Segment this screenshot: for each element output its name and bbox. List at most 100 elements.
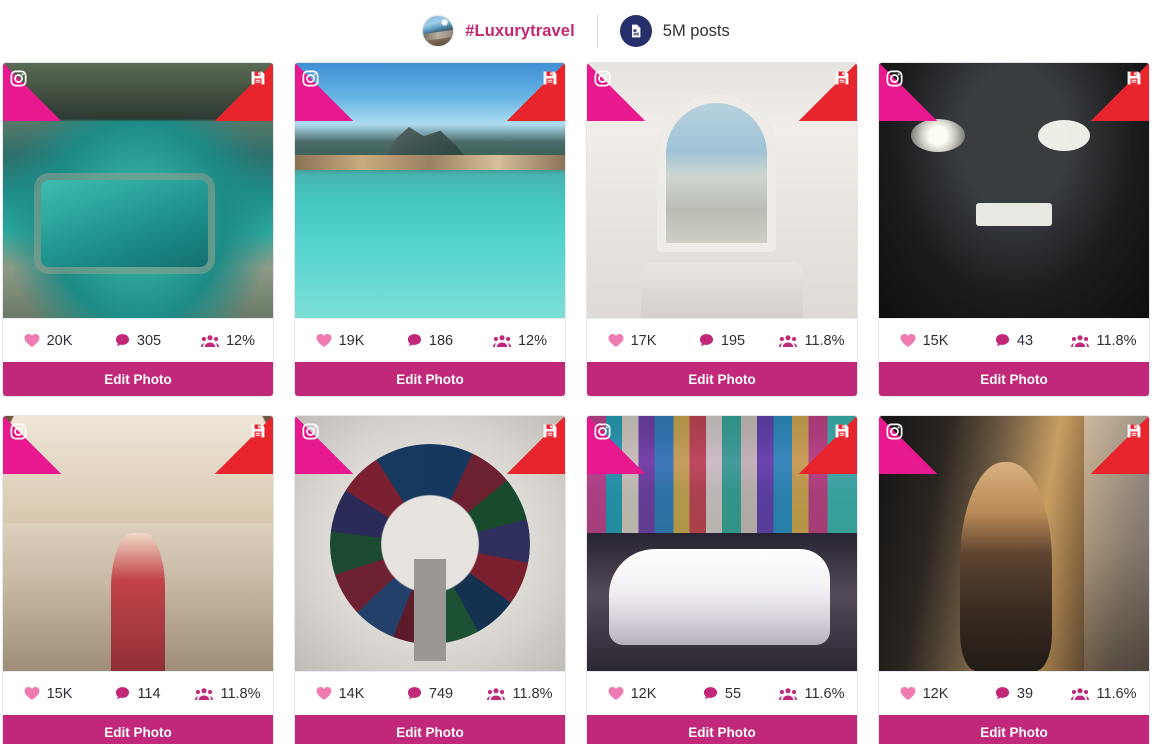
card-photo[interactable] <box>879 63 1149 318</box>
comments-value: 55 <box>724 685 742 702</box>
edit-photo-button[interactable]: Edit Photo <box>295 362 565 396</box>
comment-icon <box>407 333 422 348</box>
hashtag-group[interactable]: #Luxurytravel <box>422 15 575 47</box>
edit-photo-button[interactable]: Edit Photo <box>879 715 1149 744</box>
engagement-value: 11.6% <box>804 685 845 702</box>
stat-engagement: 11.6% <box>767 686 857 702</box>
photo-card: 17K 195 11.8% Edit Photo <box>586 62 858 397</box>
hashtag-avatar-photo <box>422 15 455 47</box>
stat-comments: 39 <box>969 686 1059 702</box>
posts-count: 5M posts <box>662 21 730 40</box>
card-stats: 15K 114 11.8% <box>3 671 273 715</box>
comment-icon <box>407 686 422 701</box>
heart-icon <box>608 333 624 348</box>
card-photo[interactable] <box>587 416 857 671</box>
engagement-value: 11.8% <box>220 685 261 702</box>
comment-icon <box>115 333 130 348</box>
people-icon <box>1071 687 1090 701</box>
header-divider <box>596 14 598 48</box>
card-stats: 12K 55 11.6% <box>587 671 857 715</box>
comments-value: 39 <box>1016 685 1034 702</box>
card-photo[interactable] <box>587 63 857 318</box>
heart-icon <box>608 686 624 701</box>
instagram-badge[interactable] <box>295 63 353 121</box>
save-badge[interactable] <box>215 63 273 121</box>
stat-engagement: 11.8% <box>475 686 565 702</box>
comments-value: 749 <box>428 685 454 702</box>
heart-icon <box>900 686 916 701</box>
comments-value: 114 <box>137 685 161 702</box>
edit-photo-button[interactable]: Edit Photo <box>3 362 273 396</box>
heart-icon <box>24 686 40 701</box>
comment-icon <box>995 686 1010 701</box>
save-badge[interactable] <box>1091 416 1149 474</box>
comment-icon <box>703 686 718 701</box>
stat-likes: 19K <box>295 333 385 349</box>
card-photo[interactable] <box>295 63 565 318</box>
card-photo[interactable] <box>879 416 1149 671</box>
photo-card: 19K 186 12% Edit Photo <box>294 62 566 397</box>
card-photo[interactable] <box>3 63 273 318</box>
people-icon <box>195 687 214 701</box>
likes-value: 15K <box>922 332 949 349</box>
hashtag-header: #Luxurytravel 5M posts <box>0 0 1152 62</box>
likes-value: 15K <box>46 685 73 702</box>
engagement-value: 11.8% <box>804 332 845 349</box>
stat-likes: 12K <box>587 686 677 702</box>
photo-card: 12K 55 11.6% Edit Photo <box>586 415 858 744</box>
likes-value: 12K <box>630 685 657 702</box>
instagram-badge[interactable] <box>587 63 645 121</box>
instagram-badge[interactable] <box>587 416 645 474</box>
instagram-badge[interactable] <box>295 416 353 474</box>
edit-photo-button[interactable]: Edit Photo <box>3 715 273 744</box>
card-photo[interactable] <box>295 416 565 671</box>
heart-icon <box>316 686 332 701</box>
edit-photo-button[interactable]: Edit Photo <box>587 362 857 396</box>
instagram-badge[interactable] <box>3 63 61 121</box>
hashtag-label[interactable]: #Luxurytravel <box>465 22 575 41</box>
photo-card: 15K 114 11.8% Edit Photo <box>2 415 274 744</box>
stat-engagement: 11.8% <box>767 333 857 349</box>
save-badge[interactable] <box>215 416 273 474</box>
save-badge[interactable] <box>507 416 565 474</box>
save-badge[interactable] <box>507 63 565 121</box>
comment-icon <box>115 686 130 701</box>
stat-engagement: 11.8% <box>1059 333 1149 349</box>
engagement-value: 11.8% <box>512 685 553 702</box>
posts-group: 5M posts <box>619 15 730 47</box>
people-icon <box>779 334 798 348</box>
save-badge[interactable] <box>799 416 857 474</box>
stat-comments: 305 <box>93 333 183 349</box>
document-post-icon <box>619 15 652 47</box>
card-stats: 20K 305 12% <box>3 318 273 362</box>
photo-card: 15K 43 11.8% Edit Photo <box>878 62 1150 397</box>
comment-icon <box>699 333 714 348</box>
photo-card: 20K 305 12% Edit Photo <box>2 62 274 397</box>
stat-engagement: 12% <box>183 333 273 349</box>
instagram-badge[interactable] <box>3 416 61 474</box>
stat-comments: 114 <box>93 686 183 702</box>
stat-likes: 20K <box>3 333 93 349</box>
save-badge[interactable] <box>799 63 857 121</box>
card-stats: 12K 39 11.6% <box>879 671 1149 715</box>
save-badge[interactable] <box>1091 63 1149 121</box>
photo-grid: 20K 305 12% Edit Photo 19K 186 12% Edit … <box>0 62 1152 744</box>
likes-value: 19K <box>338 332 365 349</box>
card-stats: 15K 43 11.8% <box>879 318 1149 362</box>
comments-value: 305 <box>136 332 162 349</box>
engagement-value: 12% <box>517 332 548 349</box>
likes-value: 20K <box>46 332 73 349</box>
edit-photo-button[interactable]: Edit Photo <box>587 715 857 744</box>
instagram-badge[interactable] <box>879 416 937 474</box>
stat-comments: 55 <box>677 686 767 702</box>
card-stats: 19K 186 12% <box>295 318 565 362</box>
instagram-badge[interactable] <box>879 63 937 121</box>
likes-value: 12K <box>922 685 949 702</box>
stat-likes: 12K <box>879 686 969 702</box>
people-icon <box>487 687 506 701</box>
stat-likes: 15K <box>3 686 93 702</box>
card-photo[interactable] <box>3 416 273 671</box>
edit-photo-button[interactable]: Edit Photo <box>879 362 1149 396</box>
edit-photo-button[interactable]: Edit Photo <box>295 715 565 744</box>
stat-engagement: 11.8% <box>183 686 273 702</box>
